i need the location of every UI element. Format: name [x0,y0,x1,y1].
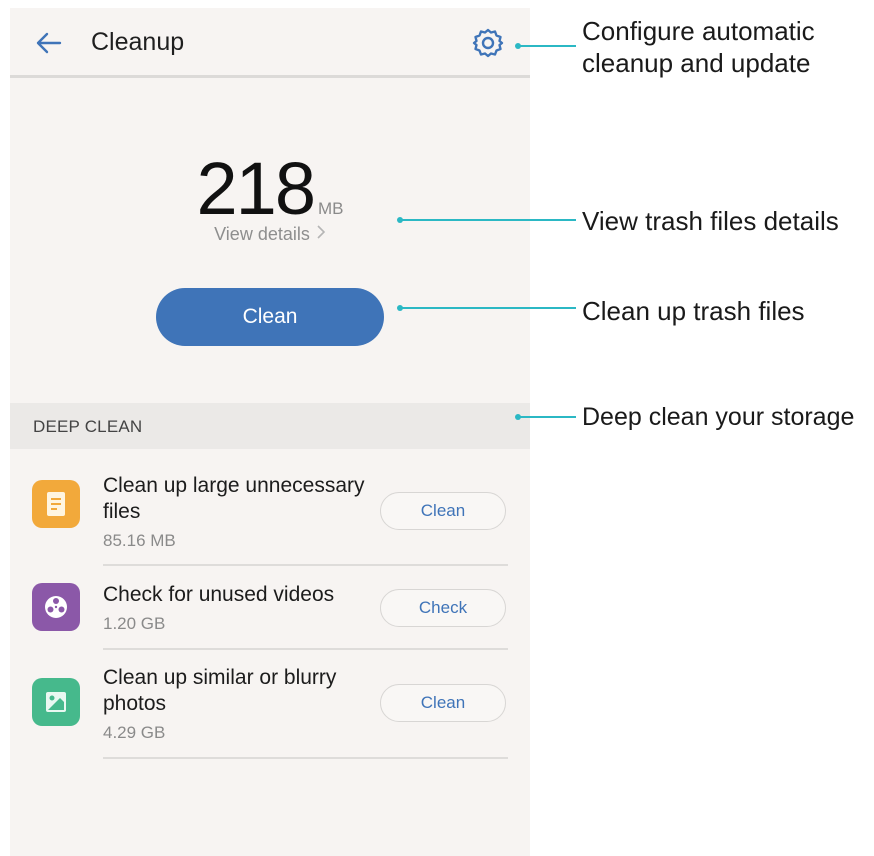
callout-line [400,219,576,221]
chevron-right-icon [316,224,326,245]
row-divider [103,757,508,759]
phone-screen: Cleanup 218 MB View details Clean DEEP CL… [10,8,530,856]
clean-large-files-button[interactable]: Clean [380,492,506,530]
callout-configure: Configure automatic cleanup and update [582,16,815,78]
settings-gear-icon[interactable] [470,25,506,61]
clean-button[interactable]: Clean [156,288,384,346]
app-bar: Cleanup [10,8,530,76]
callout-deep-clean: Deep clean your storage [582,403,855,431]
callout-line [518,45,576,47]
callout-line [400,307,576,309]
list-item-size: 1.20 GB [103,614,166,633]
row-divider [103,648,508,650]
storage-amount-value: 218 [196,147,316,230]
list-item-size: 85.16 MB [103,531,176,550]
list-item-title: Clean up large unnecessary files [103,474,365,523]
clean-photos-button[interactable]: Clean [380,684,506,722]
list-item-title: Clean up similar or blurry photos [103,666,337,715]
deep-clean-header-label: DEEP CLEAN [33,417,143,436]
app-bar-divider [10,75,530,78]
callout-clean: Clean up trash files [582,296,805,326]
document-icon [32,480,80,528]
page-title: Cleanup [91,28,185,56]
film-reel-icon [32,583,80,631]
view-details-label: View details [214,224,310,244]
list-item-title: Check for unused videos [103,583,335,606]
row-divider [103,564,508,566]
check-videos-button[interactable]: Check [380,589,506,627]
list-item-size: 4.29 GB [103,723,166,742]
deep-clean-header: DEEP CLEAN [10,403,530,449]
photo-icon [32,678,80,726]
view-details-link[interactable]: View details [10,224,530,245]
callout-line [518,416,576,418]
storage-amount-unit: MB [317,199,344,218]
callout-view-details: View trash files details [582,206,839,236]
back-arrow-icon[interactable] [32,26,66,60]
